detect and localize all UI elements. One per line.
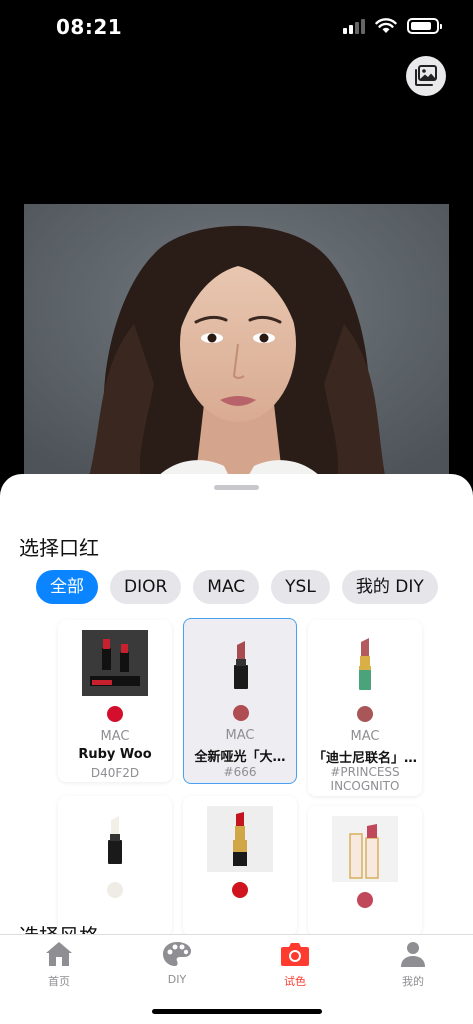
battery-icon xyxy=(407,18,442,34)
portrait-photo xyxy=(24,204,449,494)
tab-label: 首页 xyxy=(48,975,70,988)
battery-fill xyxy=(411,22,432,30)
wifi-icon xyxy=(375,18,397,33)
lipstick-card[interactable]: MAC 全新哑光「大… #666 xyxy=(183,618,297,784)
style-section-title: 选择风格 xyxy=(19,920,99,934)
color-swatch xyxy=(233,705,249,721)
filter-chip-ysl[interactable]: YSL xyxy=(271,570,330,604)
card-brand: MAC xyxy=(350,729,380,744)
lipstick-card[interactable] xyxy=(58,796,172,934)
section-title: 选择口红 xyxy=(19,536,99,560)
person-icon xyxy=(401,942,425,967)
filter-chip-all[interactable]: 全部 xyxy=(36,570,98,604)
card-name: 「迪士尼联名」… xyxy=(312,751,417,766)
lipstick-card[interactable]: MAC 「迪士尼联名」… #PRINCESS INCOGNITO xyxy=(308,620,422,796)
tab-label: 我的 xyxy=(402,975,424,988)
lipstick-sheet: 选择口红 全部 DIOR MAC YSL 我的 DIY MAC Ruby Woo… xyxy=(0,474,473,934)
color-swatch xyxy=(232,882,248,898)
lipstick-product-image xyxy=(82,806,148,872)
lipstick-product-image xyxy=(332,630,398,696)
sheet-handle[interactable] xyxy=(214,485,259,490)
card-code: #666 xyxy=(223,765,257,779)
color-swatch xyxy=(107,882,123,898)
lipstick-card[interactable] xyxy=(183,796,297,934)
color-swatch xyxy=(357,892,373,908)
card-name: Ruby Woo xyxy=(78,747,152,762)
palette-icon xyxy=(163,942,191,966)
lipstick-card[interactable]: MAC Ruby Woo D40F2D xyxy=(58,620,172,782)
filter-chip-dior[interactable]: DIOR xyxy=(110,570,182,604)
card-brand: MAC xyxy=(100,729,130,744)
card-brand: MAC xyxy=(225,728,255,743)
tab-me[interactable]: 我的 xyxy=(378,939,448,989)
tab-home[interactable]: 首页 xyxy=(24,939,94,989)
color-swatch xyxy=(357,706,373,722)
lipstick-product-image xyxy=(208,631,274,697)
lipstick-product-image xyxy=(82,630,148,696)
card-code: #PRINCESS INCOGNITO xyxy=(330,765,400,793)
gallery-button[interactable] xyxy=(406,56,446,96)
tab-label: 试色 xyxy=(284,975,306,988)
camera-icon xyxy=(281,943,309,966)
lipstick-product-image xyxy=(332,816,398,882)
filter-chip-mac[interactable]: MAC xyxy=(193,570,260,604)
tab-diy[interactable]: DIY xyxy=(142,939,212,986)
home-indicator xyxy=(152,1009,322,1014)
tab-label: DIY xyxy=(167,973,187,986)
gallery-icon xyxy=(415,65,437,86)
brand-filter-chips: 全部 DIOR MAC YSL 我的 DIY xyxy=(36,570,438,604)
portrait-illustration xyxy=(24,204,449,494)
filter-chip-my-diy[interactable]: 我的 DIY xyxy=(341,570,438,604)
home-icon xyxy=(46,942,72,966)
card-name: 全新哑光「大… xyxy=(194,750,286,765)
status-time: 08:21 xyxy=(56,15,123,39)
status-icons xyxy=(343,18,442,34)
tab-tryon[interactable]: 试色 xyxy=(260,939,330,989)
lipstick-card[interactable] xyxy=(308,806,422,934)
card-code: D40F2D xyxy=(90,766,140,780)
color-swatch xyxy=(107,706,123,722)
status-bar: 08:21 xyxy=(0,0,473,56)
signal-icon xyxy=(343,18,365,34)
lipstick-product-image xyxy=(207,806,273,872)
